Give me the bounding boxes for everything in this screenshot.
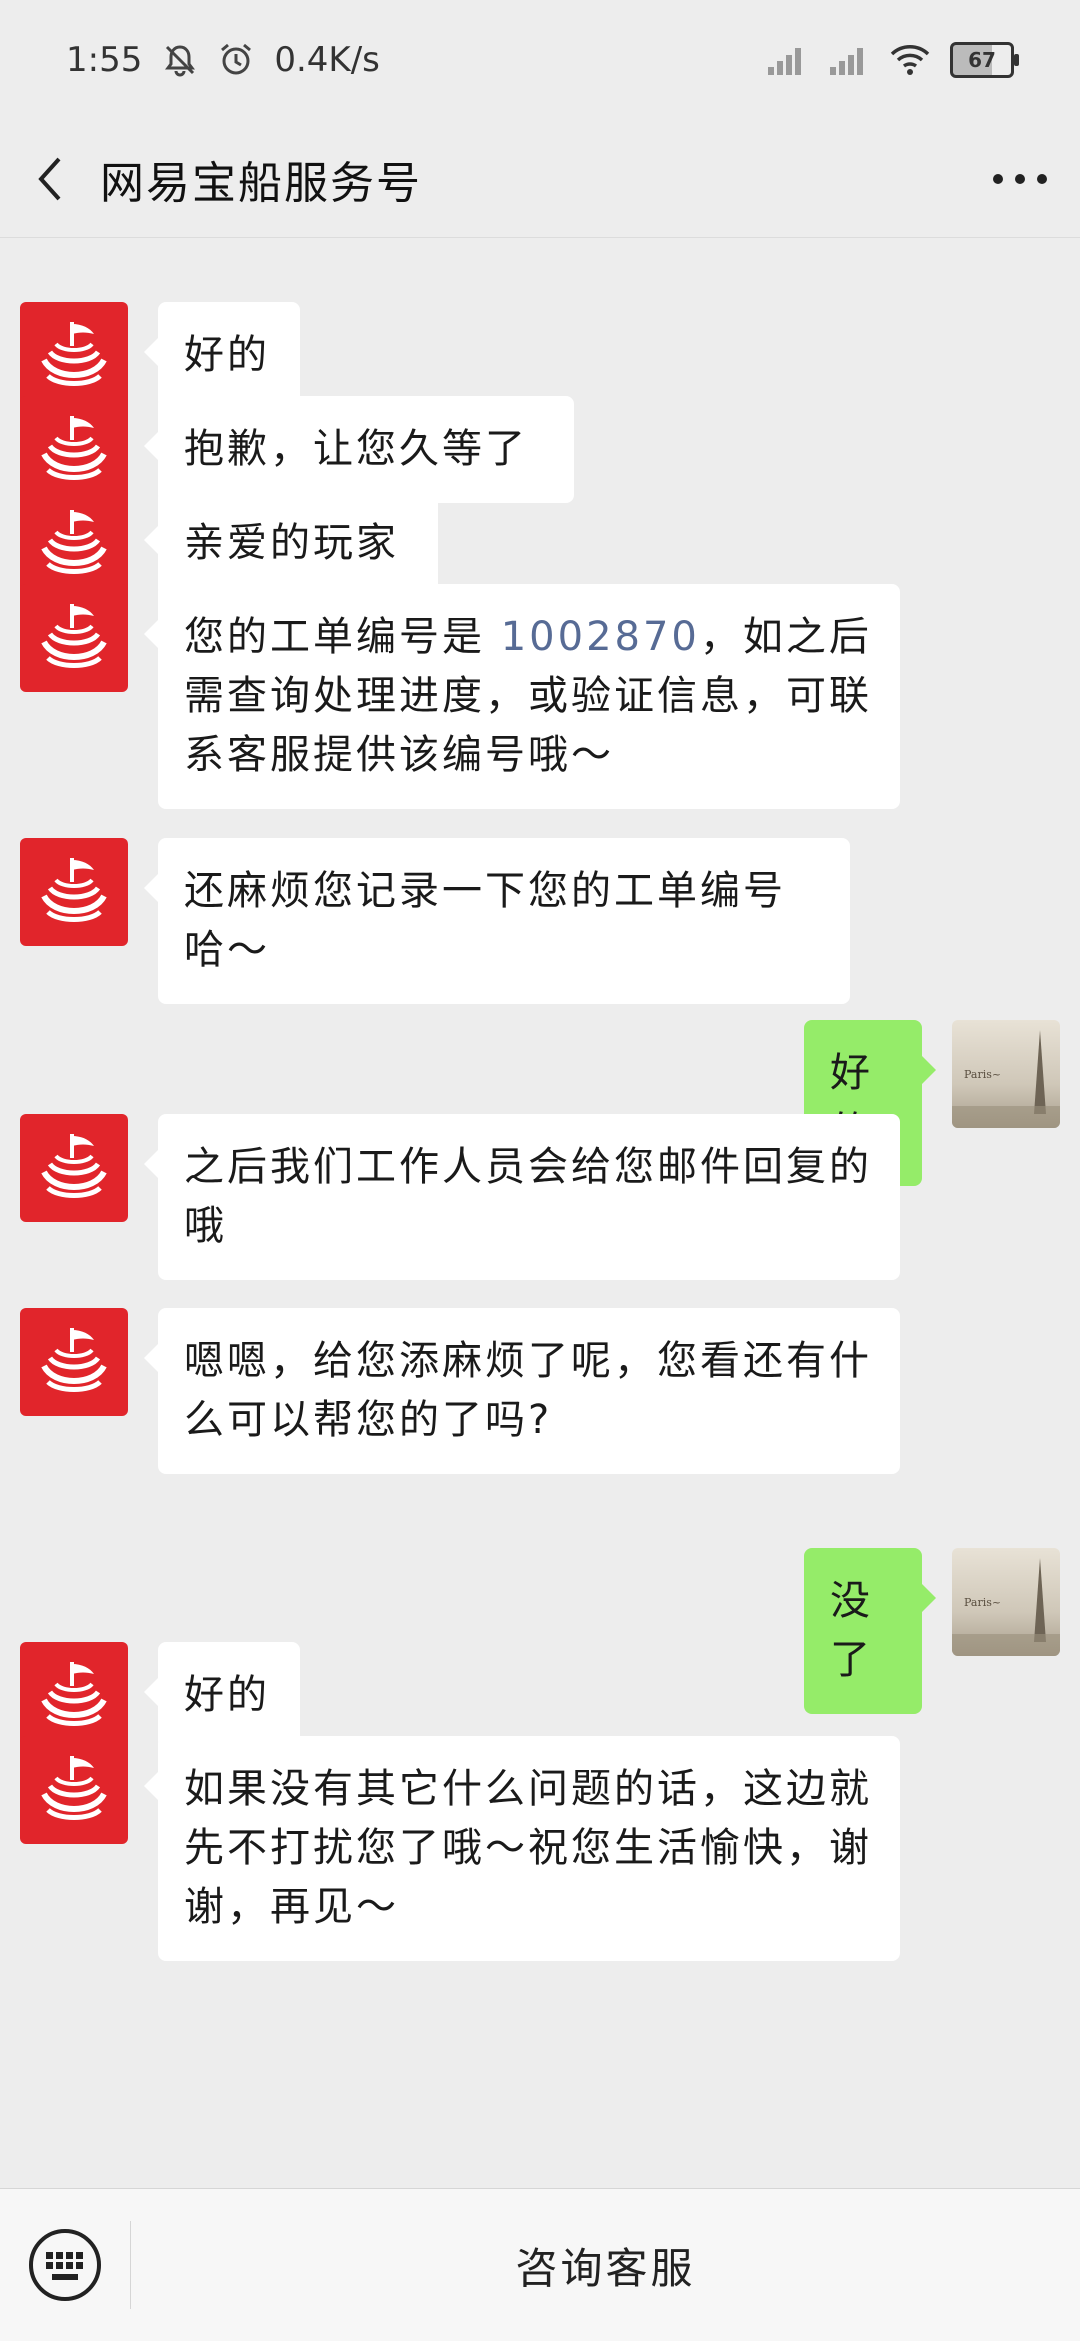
bot-avatar[interactable] xyxy=(20,584,128,692)
ship-logo-icon xyxy=(41,416,107,480)
bot-avatar[interactable] xyxy=(20,302,128,410)
consult-service-menu-button[interactable]: 咨询客服 xyxy=(131,2235,1080,2296)
bot-avatar[interactable] xyxy=(20,838,128,946)
user-avatar[interactable]: Paris~ xyxy=(952,1548,1060,1656)
keyboard-toggle-button[interactable] xyxy=(0,2189,130,2341)
svg-text:Paris~: Paris~ xyxy=(964,1068,1001,1081)
chevron-left-icon xyxy=(38,157,61,200)
ship-logo-icon xyxy=(41,1328,107,1392)
bottom-bar: 咨询客服 xyxy=(0,2188,1080,2341)
ship-logo-icon xyxy=(41,322,107,386)
chat-area[interactable]: 好的 抱歉，让您久等了 亲爱的玩家 您的工单编号是 1002870，如之后需查询… xyxy=(0,238,1080,2188)
bot-avatar[interactable] xyxy=(20,1308,128,1416)
ticket-number[interactable]: 1002870 xyxy=(501,614,700,660)
back-button[interactable] xyxy=(0,120,100,238)
bot-avatar[interactable] xyxy=(20,1736,128,1844)
status-left: 1:55 0.4K/s xyxy=(66,40,380,80)
svg-text:Paris~: Paris~ xyxy=(964,1596,1001,1609)
alarm-icon xyxy=(218,42,254,78)
ship-logo-icon xyxy=(41,1662,107,1726)
ship-logo-icon xyxy=(41,858,107,922)
eiffel-photo-icon: Paris~ xyxy=(952,1558,1060,1656)
status-bar: 1:55 0.4K/s 67 xyxy=(0,0,1080,120)
chat-title: 网易宝船服务号 xyxy=(100,157,422,209)
keyboard-icon xyxy=(29,2229,101,2301)
message-bubble[interactable]: 之后我们工作人员会给您邮件回复的哦 xyxy=(144,1114,900,1280)
status-time: 1:55 xyxy=(66,40,143,80)
message-bubble[interactable]: 亲爱的玩家 xyxy=(144,490,438,597)
status-right: 67 xyxy=(766,42,1019,78)
battery-icon: 67 xyxy=(950,42,1019,78)
signal-icon-2 xyxy=(828,45,870,75)
nav-bar: 网易宝船服务号 xyxy=(0,120,1080,238)
user-avatar[interactable]: Paris~ xyxy=(952,1020,1060,1128)
eiffel-photo-icon: Paris~ xyxy=(952,1030,1060,1128)
bot-avatar[interactable] xyxy=(20,1114,128,1222)
ship-logo-icon xyxy=(41,1756,107,1820)
network-speed: 0.4K/s xyxy=(274,40,380,80)
bot-avatar[interactable] xyxy=(20,1642,128,1750)
message-bubble[interactable]: 好的 xyxy=(144,1642,300,1749)
message-bubble-user[interactable]: 没了 xyxy=(804,1548,936,1714)
more-button[interactable] xyxy=(960,120,1080,238)
mute-notification-icon xyxy=(162,42,198,78)
ship-logo-icon xyxy=(41,604,107,668)
ship-logo-icon xyxy=(41,510,107,574)
signal-icon xyxy=(766,45,808,75)
more-dots-icon xyxy=(993,173,1047,184)
ship-logo-icon xyxy=(41,1134,107,1198)
bot-avatar[interactable] xyxy=(20,396,128,504)
message-text: 您的工单编号是 xyxy=(184,614,501,660)
wifi-icon xyxy=(890,44,930,76)
message-bubble[interactable]: 还麻烦您记录一下您的工单编号哈～ xyxy=(144,838,850,1004)
bot-avatar[interactable] xyxy=(20,490,128,598)
message-bubble[interactable]: 嗯嗯，给您添麻烦了呢，您看还有什么可以帮您的了吗? xyxy=(144,1308,900,1474)
message-bubble[interactable]: 好的 xyxy=(144,302,300,409)
message-bubble[interactable]: 抱歉，让您久等了 xyxy=(144,396,574,503)
message-bubble[interactable]: 如果没有其它什么问题的话，这边就先不打扰您了哦～祝您生活愉快，谢谢，再见～ xyxy=(144,1736,900,1961)
message-bubble[interactable]: 您的工单编号是 1002870，如之后需查询处理进度，或验证信息，可联系客服提供… xyxy=(144,584,900,809)
